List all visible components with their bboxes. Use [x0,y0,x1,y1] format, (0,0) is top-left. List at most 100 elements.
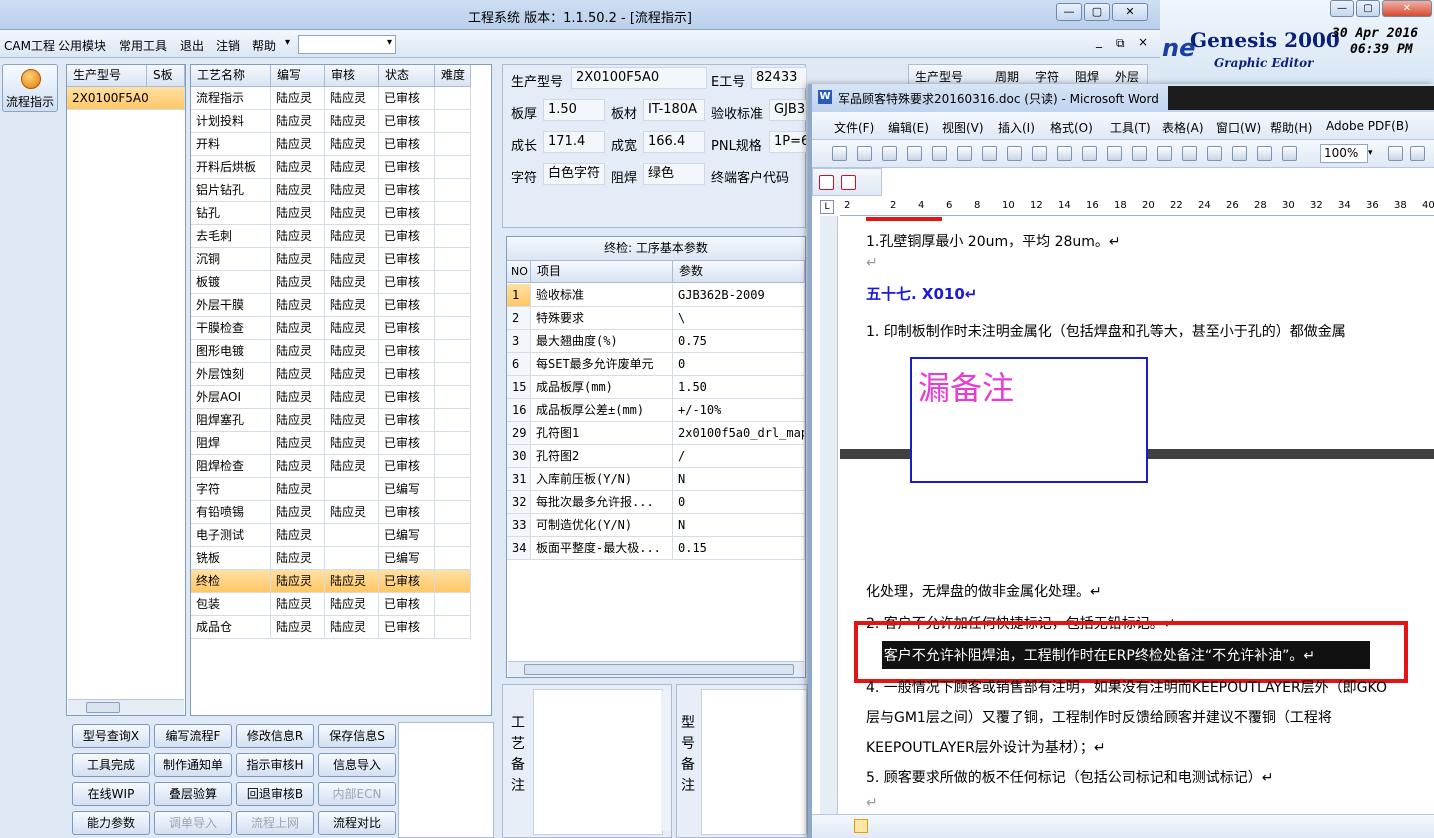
action-button-2[interactable]: 修改信息R [236,724,314,748]
columns-icon[interactable] [1282,146,1297,161]
status-cell[interactable]: 已审核 [379,133,435,156]
field-mask[interactable]: 绿色 [643,163,705,185]
param-item-cell[interactable]: 特殊要求 [531,307,673,330]
model-row[interactable]: 2X0100F5A0 [67,87,185,110]
mdi-minimize[interactable]: _ [1096,34,1102,48]
param-no-cell[interactable]: 33 [507,514,531,537]
table-row[interactable]: 计划投料 陆应灵 陆应灵 已审核 [191,110,491,133]
param-no-cell[interactable]: 16 [507,399,531,422]
h2-outer[interactable]: 外层 [1115,68,1139,85]
col-header-s[interactable]: S板 [147,65,185,87]
model-note-text[interactable] [701,689,807,835]
menu-cam[interactable]: CAM工程 [4,37,55,54]
reviewer-cell[interactable]: 陆应灵 [325,133,379,156]
reviewer-cell[interactable]: 陆应灵 [325,179,379,202]
difficulty-cell[interactable] [435,547,471,570]
mail-icon[interactable] [932,146,947,161]
table-row[interactable]: 外层蚀刻 陆应灵 陆应灵 已审核 [191,363,491,386]
table-row[interactable]: 字符 陆应灵 已编写 [191,478,491,501]
reviewer-cell[interactable]: 陆应灵 [325,409,379,432]
difficulty-cell[interactable] [435,616,471,639]
reviewer-cell[interactable]: 陆应灵 [325,593,379,616]
difficulty-cell[interactable] [435,133,471,156]
scroll-thumb[interactable] [86,702,120,713]
difficulty-cell[interactable] [435,340,471,363]
h2-mask[interactable]: 阻焊 [1075,68,1099,85]
field-thickness[interactable]: 1.50 [543,99,605,121]
table-row[interactable]: 钻孔 陆应灵 陆应灵 已审核 [191,202,491,225]
action-button-0[interactable]: 型号查询X [72,724,150,748]
reviewer-cell[interactable]: 陆应灵 [325,110,379,133]
open-icon[interactable] [857,146,872,161]
menu-help-arrow-icon[interactable]: ▾ [285,37,290,48]
param-item-cell[interactable]: 板面平整度-最大极... [531,537,673,560]
difficulty-cell[interactable] [435,409,471,432]
cut-icon[interactable] [1057,146,1072,161]
field-model[interactable]: 2X0100F5A0 [571,67,707,89]
action-button-7[interactable]: 信息导入 [318,753,396,777]
status-cell[interactable]: 已编写 [379,547,435,570]
menu-common-module[interactable]: 公用模块 [58,37,106,54]
writer-cell[interactable]: 陆应灵 [271,524,325,547]
note-scrollbar[interactable] [661,691,671,831]
action-button-13[interactable]: 调单导入 [154,811,232,835]
close-button[interactable]: ✕ [1112,3,1148,21]
reviewer-cell[interactable]: 陆应灵 [325,386,379,409]
status-cell[interactable]: 已审核 [379,225,435,248]
reviewer-cell[interactable]: 陆应灵 [325,294,379,317]
writer-cell[interactable]: 陆应灵 [271,478,325,501]
action-button-15[interactable]: 流程对比 [318,811,396,835]
process-name-cell[interactable]: 外层蚀刻 [191,363,271,386]
copy-icon[interactable] [1082,146,1097,161]
action-button-3[interactable]: 保存信息S [318,724,396,748]
writer-cell[interactable]: 陆应灵 [271,570,325,593]
reviewer-cell[interactable]: 陆应灵 [325,363,379,386]
chevron-down-icon[interactable]: ▾ [387,37,392,48]
writer-cell[interactable]: 陆应灵 [271,616,325,639]
process-name-cell[interactable]: 外层AOI [191,386,271,409]
param-no-cell[interactable]: 6 [507,353,531,376]
menu-tools[interactable]: 常用工具 [119,37,167,54]
status-cell[interactable]: 已审核 [379,363,435,386]
permission-icon[interactable] [907,146,922,161]
menu-exit[interactable]: 退出 [180,37,204,54]
field-material[interactable]: IT-180A [643,99,705,121]
col-header-difficulty[interactable]: 难度 [435,65,471,87]
word-menu-help[interactable]: 帮助(H) [1270,119,1312,136]
reviewer-cell[interactable]: 陆应灵 [325,501,379,524]
process-name-cell[interactable]: 图形电镀 [191,340,271,363]
field-length[interactable]: 171.4 [543,131,605,153]
reviewer-cell[interactable]: 陆应灵 [325,340,379,363]
param-item-cell[interactable]: 孔符图2 [531,445,673,468]
param-value-cell[interactable]: 1.50 [673,376,805,399]
table-row[interactable]: 流程指示 陆应灵 陆应灵 已审核 [191,87,491,110]
reviewer-cell[interactable]: 陆应灵 [325,202,379,225]
difficulty-cell[interactable] [435,87,471,110]
field-width[interactable]: 166.4 [643,131,705,153]
table-row[interactable]: 板镀 陆应灵 陆应灵 已审核 [191,271,491,294]
difficulty-cell[interactable] [435,248,471,271]
writer-cell[interactable]: 陆应灵 [271,363,325,386]
action-button-4[interactable]: 工具完成 [72,753,150,777]
help-icon[interactable] [1388,146,1403,161]
status-cell[interactable]: 已审核 [379,110,435,133]
print-layout-view-icon[interactable] [854,819,868,833]
param-no-cell[interactable]: 1 [507,284,531,307]
writer-cell[interactable]: 陆应灵 [271,455,325,478]
param-item-cell[interactable]: 入库前压板(Y/N) [531,468,673,491]
param-value-cell[interactable]: / [673,445,805,468]
param-no-cell[interactable]: 34 [507,537,531,560]
action-button-1[interactable]: 编写流程F [154,724,232,748]
status-cell[interactable]: 已审核 [379,202,435,225]
word-menu-edit[interactable]: 编辑(E) [888,119,929,136]
param-value-cell[interactable]: 0.75 [673,330,805,353]
table-row[interactable]: 成品仓 陆应灵 陆应灵 已审核 [191,616,491,639]
word-menu-window[interactable]: 窗口(W) [1216,119,1261,136]
writer-cell[interactable]: 陆应灵 [271,340,325,363]
difficulty-cell[interactable] [435,202,471,225]
writer-cell[interactable]: 陆应灵 [271,294,325,317]
difficulty-cell[interactable] [435,593,471,616]
difficulty-cell[interactable] [435,455,471,478]
status-cell[interactable]: 已审核 [379,87,435,110]
param-no-cell[interactable]: 3 [507,330,531,353]
